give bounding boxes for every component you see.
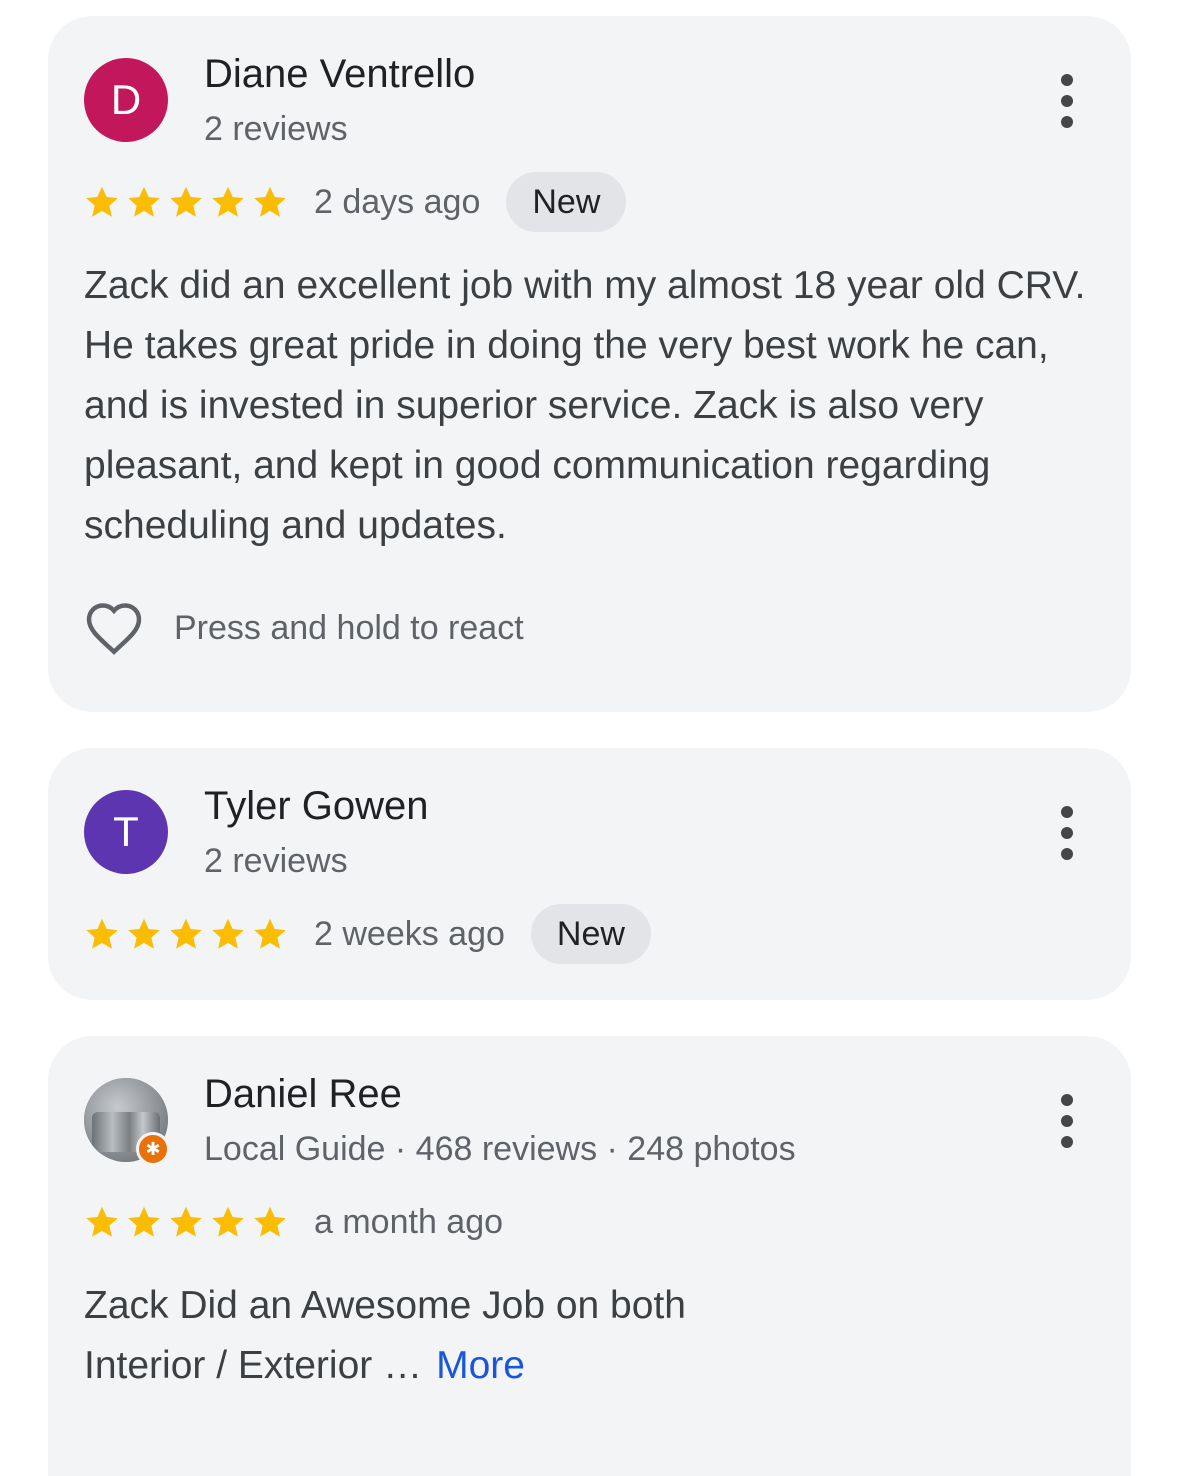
- avatar-letter: T: [113, 808, 139, 855]
- review-text-line: Interior / Exterior … More: [84, 1336, 1104, 1396]
- react-button[interactable]: Press and hold to react: [84, 598, 524, 658]
- star-icon: [212, 186, 244, 217]
- star-icon: [254, 186, 286, 217]
- new-badge: New: [530, 904, 651, 964]
- star-icon: [170, 1206, 202, 1237]
- reviewer-name[interactable]: Daniel Ree: [204, 1072, 402, 1117]
- review-time: 2 days ago: [314, 182, 481, 221]
- rating-row: 2 days ago New: [84, 172, 627, 232]
- star-icon: [128, 918, 160, 949]
- reviewer-name[interactable]: Tyler Gowen: [204, 784, 429, 829]
- local-guide-badge-icon: ✱: [136, 1132, 170, 1166]
- avatar[interactable]: T: [84, 790, 168, 874]
- star-icon: [86, 186, 118, 217]
- review-text: Zack did an excellent job with my almost…: [84, 264, 1086, 547]
- star-icon: [86, 1206, 118, 1237]
- star-icon: [128, 186, 160, 217]
- reviewer-meta: 2 reviews: [204, 110, 348, 148]
- star-rating: [84, 916, 288, 952]
- avatar[interactable]: ✱: [84, 1078, 170, 1166]
- star-rating: [84, 1204, 288, 1240]
- reviewer-meta: 2 reviews: [204, 842, 348, 880]
- review-text: Zack Did an Awesome Job on both Interior…: [84, 1276, 1104, 1396]
- rating-row: a month ago: [84, 1192, 503, 1252]
- review-text-truncated: Interior / Exterior …: [84, 1344, 423, 1387]
- star-icon: [170, 918, 202, 949]
- star-icon: [128, 1206, 160, 1237]
- star-icon: [254, 918, 286, 949]
- more-vert-icon[interactable]: [1055, 806, 1079, 860]
- rating-row: 2 weeks ago New: [84, 904, 651, 964]
- more-link[interactable]: More: [436, 1344, 525, 1387]
- reviewer-meta: Local Guide · 468 reviews · 248 photos: [204, 1130, 796, 1168]
- react-label: Press and hold to react: [174, 608, 524, 647]
- reviewer-name[interactable]: Diane Ventrello: [204, 52, 475, 97]
- review-card: D Diane Ventrello 2 reviews 2 days ago N…: [48, 16, 1131, 712]
- star-icon: [170, 186, 202, 217]
- review-card: T Tyler Gowen 2 reviews 2 weeks ago New: [48, 748, 1131, 1000]
- avatar[interactable]: D: [84, 58, 168, 142]
- star-icon: [212, 918, 244, 949]
- star-icon: [86, 918, 118, 949]
- star-icon: [254, 1206, 286, 1237]
- heart-icon: [86, 603, 142, 655]
- new-badge: New: [506, 172, 627, 232]
- review-time: a month ago: [314, 1202, 504, 1241]
- star-icon: [212, 1206, 244, 1237]
- more-vert-icon[interactable]: [1055, 1094, 1079, 1148]
- review-time: 2 weeks ago: [314, 914, 505, 953]
- star-rating: [84, 184, 288, 220]
- review-text-line: Zack Did an Awesome Job on both: [84, 1284, 686, 1327]
- avatar-letter: D: [110, 76, 142, 123]
- more-vert-icon[interactable]: [1055, 74, 1079, 128]
- review-card: ✱ Daniel Ree Local Guide · 468 reviews ·…: [48, 1036, 1131, 1476]
